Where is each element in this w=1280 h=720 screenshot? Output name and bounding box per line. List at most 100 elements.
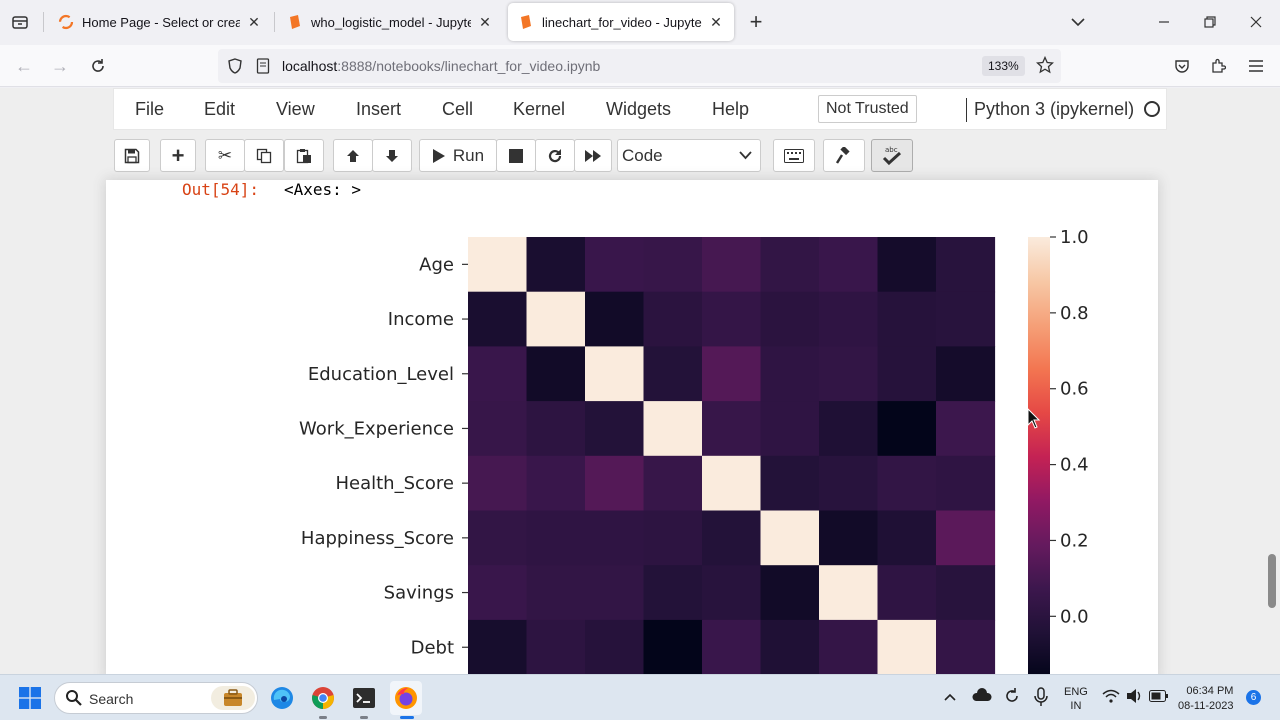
plus-icon: + xyxy=(171,142,185,168)
terminal-icon[interactable] xyxy=(349,683,379,713)
colorbar-tick-label: 0.0 xyxy=(1060,606,1089,627)
search-highlight-icon xyxy=(211,686,255,710)
heatmap-cell xyxy=(585,401,645,457)
cut-cells-button[interactable]: ✂ xyxy=(205,139,245,172)
windows-start-icon[interactable] xyxy=(15,683,45,713)
menu-cell[interactable]: Cell xyxy=(442,99,473,120)
url-text[interactable]: localhost:8888/notebooks/linechart_for_v… xyxy=(282,58,600,74)
menu-view[interactable]: View xyxy=(276,99,315,120)
heatmap-cell xyxy=(760,455,820,512)
forward-arrow-icon[interactable]: → xyxy=(44,50,76,82)
close-window-icon[interactable] xyxy=(1240,6,1272,38)
language-code: ENG xyxy=(1064,686,1088,698)
move-cell-down-button[interactable] xyxy=(372,139,412,172)
hamburger-menu-icon[interactable] xyxy=(1240,50,1272,82)
tab-overview-icon[interactable] xyxy=(4,6,36,38)
tracking-shield-icon[interactable] xyxy=(226,57,244,80)
heatmap-cell xyxy=(760,237,820,293)
heatmap-cell xyxy=(526,565,586,621)
restart-kernel-button[interactable] xyxy=(535,139,575,172)
move-cell-up-button[interactable] xyxy=(333,139,373,172)
address-bar[interactable]: localhost:8888/notebooks/linechart_for_v… xyxy=(218,49,1061,83)
command-palette-button[interactable] xyxy=(773,139,815,172)
heatmap-cell xyxy=(643,510,703,566)
heatmap-cell xyxy=(702,619,762,674)
reload-icon[interactable] xyxy=(82,50,114,82)
tab-home-page[interactable]: Home Page - Select or create a ✕ xyxy=(48,3,272,41)
cell-type-select[interactable]: Code xyxy=(617,139,761,172)
list-all-tabs-chevron-icon[interactable] xyxy=(1062,6,1094,38)
run-button[interactable]: Run xyxy=(419,139,497,172)
heatmap-cell xyxy=(936,237,996,293)
heatmap-cell xyxy=(760,565,820,621)
heatmap-cell xyxy=(819,401,879,457)
close-icon[interactable]: ✕ xyxy=(246,14,262,31)
kernel-name[interactable]: Python 3 (ipykernel) xyxy=(974,99,1134,120)
volume-icon[interactable] xyxy=(1126,688,1144,707)
extensions-icon[interactable] xyxy=(1202,50,1234,82)
notification-count-badge[interactable]: 6 xyxy=(1246,690,1261,705)
heatmap-cell xyxy=(936,619,996,674)
taskbar-search-box[interactable]: Search xyxy=(54,682,258,714)
heatmap-cell xyxy=(702,237,762,293)
clock-time: 06:34 PM xyxy=(1186,685,1234,697)
heatmap-cell xyxy=(819,455,879,512)
save-button[interactable] xyxy=(114,139,150,172)
menu-help[interactable]: Help xyxy=(712,99,749,120)
interrupt-kernel-button[interactable] xyxy=(496,139,536,172)
close-icon[interactable]: ✕ xyxy=(477,14,493,31)
heatmap-cell xyxy=(643,619,703,674)
close-icon[interactable]: ✕ xyxy=(708,14,724,31)
windows-taskbar: Search ENG IN 06:34 PM 08-11-2023 6 xyxy=(0,674,1280,720)
new-tab-plus-icon[interactable]: + xyxy=(740,6,772,38)
page-scrollbar-thumb[interactable] xyxy=(1268,554,1276,608)
heatmap-cell xyxy=(877,401,937,457)
heatmap-cell xyxy=(585,346,645,402)
edge-browser-icon[interactable] xyxy=(267,683,297,713)
tab-linechart-for-video[interactable]: linechart_for_video - Jupyter No ✕ xyxy=(508,3,734,41)
menu-widgets[interactable]: Widgets xyxy=(606,99,671,120)
heatmap-cell xyxy=(526,401,586,457)
tab-who-logistic-model[interactable]: who_logistic_model - Jupyter No ✕ xyxy=(277,3,503,41)
restore-icon[interactable] xyxy=(1194,6,1226,38)
heatmap-cell xyxy=(702,455,762,512)
menu-file[interactable]: File xyxy=(135,99,164,120)
menu-kernel[interactable]: Kernel xyxy=(513,99,565,120)
debug-tool-button[interactable] xyxy=(823,139,865,172)
wifi-icon[interactable] xyxy=(1102,689,1120,706)
heatmap-cell xyxy=(760,510,820,566)
cloud-sync-icon[interactable] xyxy=(972,687,992,708)
paste-cells-button[interactable] xyxy=(284,139,324,172)
stop-icon xyxy=(509,148,523,163)
active-indicator xyxy=(400,716,414,719)
mouse-pointer-icon xyxy=(1027,408,1041,429)
keyboard-icon xyxy=(784,148,804,163)
firefox-icon[interactable] xyxy=(390,681,422,715)
battery-icon[interactable] xyxy=(1149,690,1169,705)
minimize-icon[interactable] xyxy=(1148,6,1180,38)
trust-status-button[interactable]: Not Trusted xyxy=(818,95,917,123)
copy-cells-button[interactable] xyxy=(244,139,284,172)
page-info-icon[interactable] xyxy=(256,58,270,79)
bookmark-star-icon[interactable] xyxy=(1035,55,1055,79)
insert-cell-below-button[interactable]: + xyxy=(160,139,196,172)
back-arrow-icon[interactable]: ← xyxy=(8,50,40,82)
pocket-icon[interactable] xyxy=(1166,50,1198,82)
update-icon[interactable] xyxy=(1003,687,1021,708)
input-language-indicator[interactable]: ENG IN xyxy=(1064,685,1088,713)
menu-edit[interactable]: Edit xyxy=(204,99,235,120)
clock-date: 08-11-2023 xyxy=(1178,700,1234,712)
chrome-browser-icon[interactable] xyxy=(308,683,338,713)
y-tick-label: Education_Level xyxy=(308,364,454,385)
menu-insert[interactable]: Insert xyxy=(356,99,401,120)
show-hidden-icons-chevron-icon[interactable] xyxy=(944,689,956,705)
heatmap-cell xyxy=(585,291,645,347)
zoom-level-badge[interactable]: 133% xyxy=(982,56,1025,76)
jupyter-notebook-page: File Edit View Insert Cell Kernel Widget… xyxy=(0,88,1280,674)
heatmap-cell xyxy=(468,565,528,621)
clock[interactable]: 06:34 PM 08-11-2023 xyxy=(1178,684,1233,714)
spellcheck-toggle-button[interactable]: abc xyxy=(871,139,913,172)
tab-title: Home Page - Select or create a xyxy=(82,14,240,30)
microphone-icon[interactable] xyxy=(1034,687,1048,710)
restart-run-all-button[interactable] xyxy=(574,139,612,172)
